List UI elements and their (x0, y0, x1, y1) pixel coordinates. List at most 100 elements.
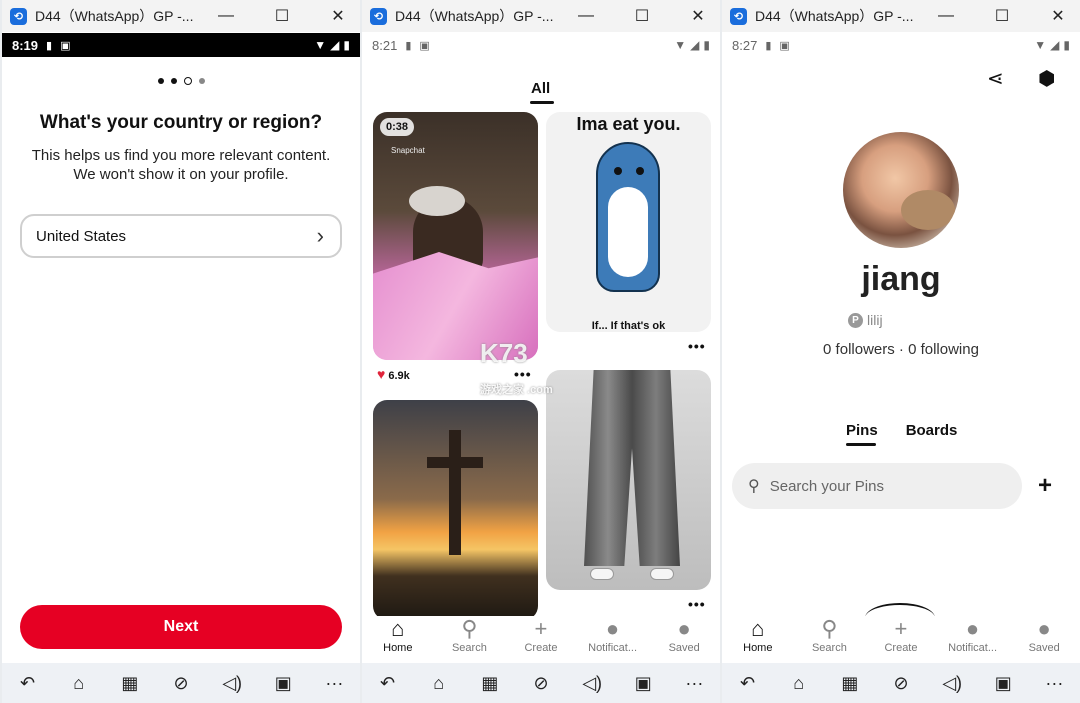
signal-icon: ◢ (1050, 38, 1060, 52)
window-title: D44（WhatsApp）GP -... (395, 8, 554, 24)
step-dot (170, 78, 177, 84)
pin-jeans[interactable] (546, 370, 711, 590)
close-button[interactable]: ✕ (1044, 2, 1072, 30)
pin-cross-sunset[interactable] (373, 400, 538, 620)
nav-search[interactable]: ⚲ Search (794, 616, 864, 664)
volume-icon[interactable]: ◁) (577, 668, 607, 698)
status-bar: 8:21 ▮ ▣ ▼ ◢ ▮ (362, 33, 720, 57)
apps-icon[interactable]: ▦ (475, 668, 505, 698)
nav-saved[interactable]: ● Saved (649, 616, 719, 664)
step-dot-current (183, 77, 192, 85)
home-icon[interactable]: ⌂ (424, 668, 454, 698)
meme-shark-belly (608, 187, 648, 277)
avatar[interactable] (843, 132, 959, 248)
screen-icon[interactable]: ▣ (628, 668, 658, 698)
volume-icon[interactable]: ◁) (217, 668, 247, 698)
nav-search[interactable]: ⚲ Search (434, 616, 504, 664)
home-icon[interactable]: ⌂ (784, 668, 814, 698)
meme-shark-eye (614, 167, 622, 175)
heart-icon: ♥ (377, 366, 386, 382)
apps-icon[interactable]: ▦ (115, 668, 145, 698)
back-icon[interactable]: ↶ (733, 668, 763, 698)
more-icon[interactable]: ··· (679, 668, 709, 698)
pin-video[interactable]: 0:38 Snapchat (373, 112, 538, 360)
pin-more-icon[interactable]: ••• (688, 338, 706, 354)
rotate-icon[interactable]: ⊘ (166, 668, 196, 698)
maximize-button[interactable]: ☐ (988, 2, 1016, 30)
search-icon: ⚲ (748, 478, 760, 495)
profile-username: P lilij (848, 312, 883, 328)
wifi-icon: ▼ (314, 38, 327, 52)
minimize-button[interactable]: — (572, 2, 600, 30)
nav-home-label: Home (383, 642, 413, 654)
next-button[interactable]: Next (20, 605, 342, 649)
pin-meme[interactable]: Ima eat you. If... If that's ok (546, 112, 711, 332)
profile-tabs: Pins Boards (846, 422, 957, 439)
rotate-icon[interactable]: ⊘ (886, 668, 916, 698)
app-notify-icon: ▣ (60, 39, 71, 52)
apps-icon[interactable]: ▦ (835, 668, 865, 698)
close-button[interactable]: ✕ (684, 2, 712, 30)
follow-stats[interactable]: 0 followers · 0 following (722, 341, 1080, 358)
emulator-toolbar: ↶ ⌂ ▦ ⊘ ◁) ▣ ··· (362, 663, 720, 703)
app-notify-icon: ▣ (779, 39, 790, 52)
plus-icon: + (894, 616, 908, 641)
app-switch-icon[interactable]: ⟲ (730, 7, 747, 25)
likes-count: 6.9k (388, 370, 410, 382)
pin-more-icon[interactable]: ••• (688, 596, 706, 612)
volume-icon[interactable]: ◁) (937, 668, 967, 698)
feed-window: ⟲ D44（WhatsApp）GP -... — ☐ ✕ 8:21 ▮ ▣ ▼ ◢… (362, 0, 720, 703)
nav-notifications[interactable]: ● Notificat... (578, 616, 648, 664)
rotate-icon[interactable]: ⊘ (526, 668, 556, 698)
maximize-button[interactable]: ☐ (628, 2, 656, 30)
search-placeholder: Search your Pins (769, 477, 884, 495)
maximize-button[interactable]: ☐ (268, 2, 296, 30)
back-icon[interactable]: ↶ (13, 668, 43, 698)
step-dot (198, 78, 205, 84)
more-icon[interactable]: ··· (319, 668, 349, 698)
more-icon[interactable]: ··· (1039, 668, 1069, 698)
battery-icon: ▮ (703, 38, 710, 52)
nav-create[interactable]: + Create (506, 616, 576, 664)
search-pins-input[interactable]: ⚲ Search your Pins (732, 463, 1022, 509)
pinterest-icon: P (848, 312, 863, 328)
search-icon: ⚲ (461, 616, 478, 641)
tab-all[interactable]: All (531, 80, 550, 97)
home-icon[interactable]: ⌂ (64, 668, 94, 698)
minimize-button[interactable]: — (932, 2, 960, 30)
person-icon: ● (677, 616, 691, 641)
home-icon: ⌂ (391, 616, 405, 641)
notification-icon: ▮ (46, 39, 53, 52)
pin-likes: ♥ 6.9k (377, 366, 410, 382)
window-titlebar: ⟲ D44（WhatsApp）GP -... — ☐ ✕ (722, 0, 1080, 32)
bottom-nav: ⌂ Home ⚲ Search + Create ● Notificat... ● Sav… (362, 616, 720, 664)
chat-icon: ● (965, 616, 980, 641)
tab-pins[interactable]: Pins (846, 422, 878, 439)
nav-create-label: Create (884, 642, 918, 654)
tab-boards[interactable]: Boards (906, 422, 958, 439)
screen-icon[interactable]: ▣ (988, 668, 1018, 698)
page-title: What's your country or region? (39, 112, 323, 133)
screen-icon[interactable]: ▣ (268, 668, 298, 698)
nav-saved[interactable]: ● Saved (1009, 616, 1079, 664)
minimize-button[interactable]: — (212, 2, 240, 30)
notification-icon: ▮ (405, 39, 412, 52)
gear-icon[interactable]: ⬢ (1038, 66, 1055, 91)
status-time: 8:19 (12, 37, 39, 53)
snapchat-watermark: Snapchat (391, 146, 425, 155)
share-icon[interactable]: ⋖ (987, 66, 1004, 91)
back-icon[interactable]: ↶ (373, 668, 403, 698)
nav-create[interactable]: + Create (866, 616, 936, 664)
nav-home[interactable]: ⌂ Home (723, 616, 793, 664)
app-switch-icon[interactable]: ⟲ (10, 7, 27, 25)
nav-home[interactable]: ⌂ Home (363, 616, 433, 664)
avatar-cat-image (901, 190, 955, 230)
country-selector[interactable]: United States › (20, 214, 342, 258)
close-button[interactable]: ✕ (324, 2, 352, 30)
app-switch-icon[interactable]: ⟲ (370, 7, 387, 25)
nav-notifications[interactable]: ● Notificat... (938, 616, 1008, 664)
app-notify-icon: ▣ (419, 39, 430, 52)
add-pin-button[interactable]: + (1038, 472, 1052, 500)
profile-window: ⟲ D44（WhatsApp）GP -... — ☐ ✕ 8:27 ▮ ▣ ▼ ◢… (722, 0, 1080, 703)
status-time: 8:27 (732, 37, 758, 53)
